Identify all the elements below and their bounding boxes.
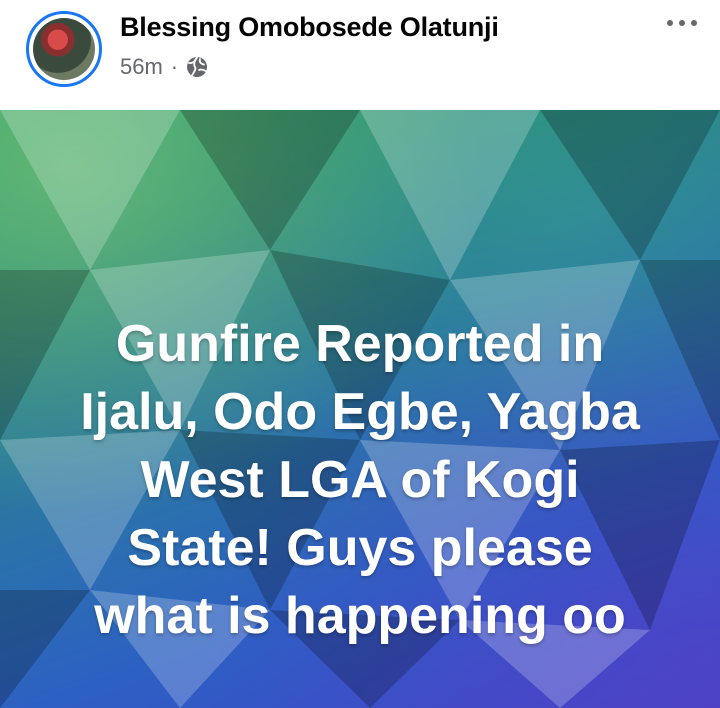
avatar[interactable] <box>33 18 95 80</box>
post-header: Blessing Omobosede Olatunji 56m · <box>0 0 720 110</box>
more-dot <box>691 20 697 26</box>
author-name[interactable]: Blessing Omobosede Olatunji <box>120 12 499 43</box>
post-text-line: State! Guys please <box>127 519 593 577</box>
post-text-line: Ijalu, Odo Egbe, Yagba <box>80 383 640 441</box>
post-text-line: what is happening oo <box>94 587 626 645</box>
post-meta: 56m · <box>120 54 208 80</box>
globe-icon[interactable] <box>186 56 208 78</box>
meta-separator: · <box>170 54 179 79</box>
post-text: Gunfire Reported in Ijalu, Odo Egbe, Yag… <box>20 310 700 650</box>
avatar-story-ring[interactable] <box>26 11 102 87</box>
post-text-line: Gunfire Reported in <box>115 315 605 373</box>
post-text-line: West LGA of Kogi <box>140 451 580 509</box>
more-dot <box>679 20 685 26</box>
more-options-icon[interactable] <box>658 8 706 38</box>
more-dot <box>667 20 673 26</box>
post-timestamp[interactable]: 56m <box>120 54 163 80</box>
